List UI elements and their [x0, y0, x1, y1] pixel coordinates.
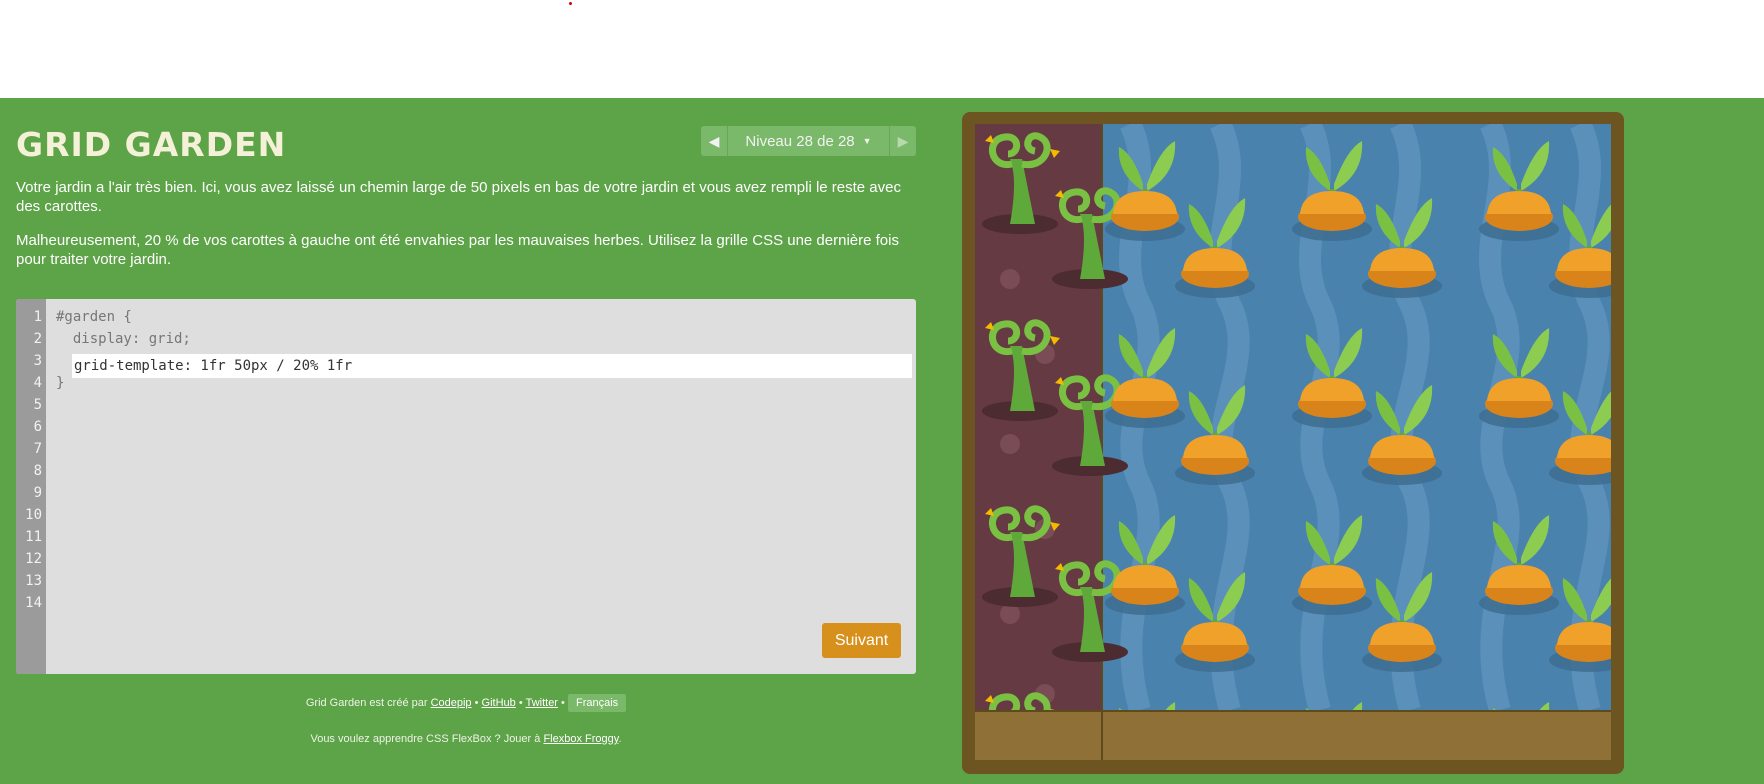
twitter-link[interactable]: Twitter — [526, 697, 558, 709]
garden — [975, 124, 1611, 760]
soil-dot — [1000, 269, 1020, 289]
line-number: 11 — [25, 529, 42, 545]
soil-dot — [1000, 434, 1020, 454]
css-code-input[interactable] — [72, 354, 912, 378]
line-number: 14 — [25, 595, 42, 611]
level-indicator[interactable]: Niveau 28 de 28 ▼ — [727, 126, 890, 156]
arrow-right-icon[interactable]: ▶ — [890, 126, 916, 156]
carrot-icon — [1175, 572, 1255, 672]
separator: • — [518, 697, 523, 709]
caret-down-icon: ▼ — [862, 136, 872, 146]
level-selector: ◀ Niveau 28 de 28 ▼ ▶ — [701, 126, 916, 156]
code-line-1: #garden { — [56, 309, 132, 325]
garden-path — [975, 710, 1611, 760]
line-number-gutter: 1 2 3 4 5 6 7 8 9 10 11 12 13 14 — [16, 299, 46, 674]
weed-icon — [982, 505, 1060, 607]
code-line-4: } — [56, 375, 65, 391]
line-number: 8 — [33, 463, 42, 479]
line-number: 1 — [33, 309, 42, 325]
browser-top-area — [0, 0, 1764, 98]
line-number: 13 — [25, 573, 42, 589]
separator: • — [474, 697, 479, 709]
github-link[interactable]: GitHub — [482, 697, 516, 709]
credit-prefix: Grid Garden est créé par — [305, 697, 428, 709]
flexbox-froggy-link[interactable]: Flexbox Froggy — [543, 733, 618, 745]
level-indicator-label: Niveau 28 de 28 — [745, 132, 855, 150]
language-selector[interactable]: Français — [567, 694, 627, 712]
codepip-link[interactable]: Codepip — [431, 697, 472, 709]
line-number: 2 — [33, 331, 42, 347]
garden-plants — [982, 124, 1611, 710]
carrot-icon — [1292, 141, 1372, 241]
line-number: 7 — [33, 441, 42, 457]
line-number: 5 — [33, 397, 42, 413]
arrow-left-icon[interactable]: ◀ — [701, 126, 727, 156]
froggy-prefix: Vous voulez apprendre CSS FlexBox ? Joue… — [310, 733, 541, 745]
weed-icon — [982, 319, 1060, 421]
footer-credits: Grid Garden est créé par Codepip • GitHu… — [16, 694, 916, 712]
line-number: 9 — [33, 485, 42, 501]
froggy-suffix: . — [618, 733, 622, 745]
line-number: 10 — [25, 507, 42, 523]
line-number: 6 — [33, 419, 42, 435]
line-number: 4 — [33, 375, 42, 391]
carrot-icon — [1175, 385, 1255, 485]
code-editor: 1 2 3 4 5 6 7 8 9 10 11 12 13 14 #garden… — [16, 299, 916, 674]
weed-icon — [982, 132, 1060, 234]
footer-froggy: Vous voulez apprendre CSS FlexBox ? Joue… — [16, 733, 916, 745]
line-number: 3 — [33, 353, 42, 369]
carrot-icon — [1305, 702, 1363, 710]
code-line-2: display: grid; — [56, 331, 191, 347]
red-dot — [569, 2, 572, 5]
line-number: 12 — [25, 551, 42, 567]
instruction-paragraph-2: Malheureusement, 20 % de vos carottes à … — [16, 232, 899, 268]
soil-dot — [1000, 604, 1020, 624]
page-title: GRID GARDEN — [16, 125, 287, 164]
next-button[interactable]: Suivant — [822, 623, 901, 658]
instruction-paragraph-1: Votre jardin a l'air très bien. Ici, vou… — [16, 179, 901, 215]
separator: • — [561, 697, 565, 709]
